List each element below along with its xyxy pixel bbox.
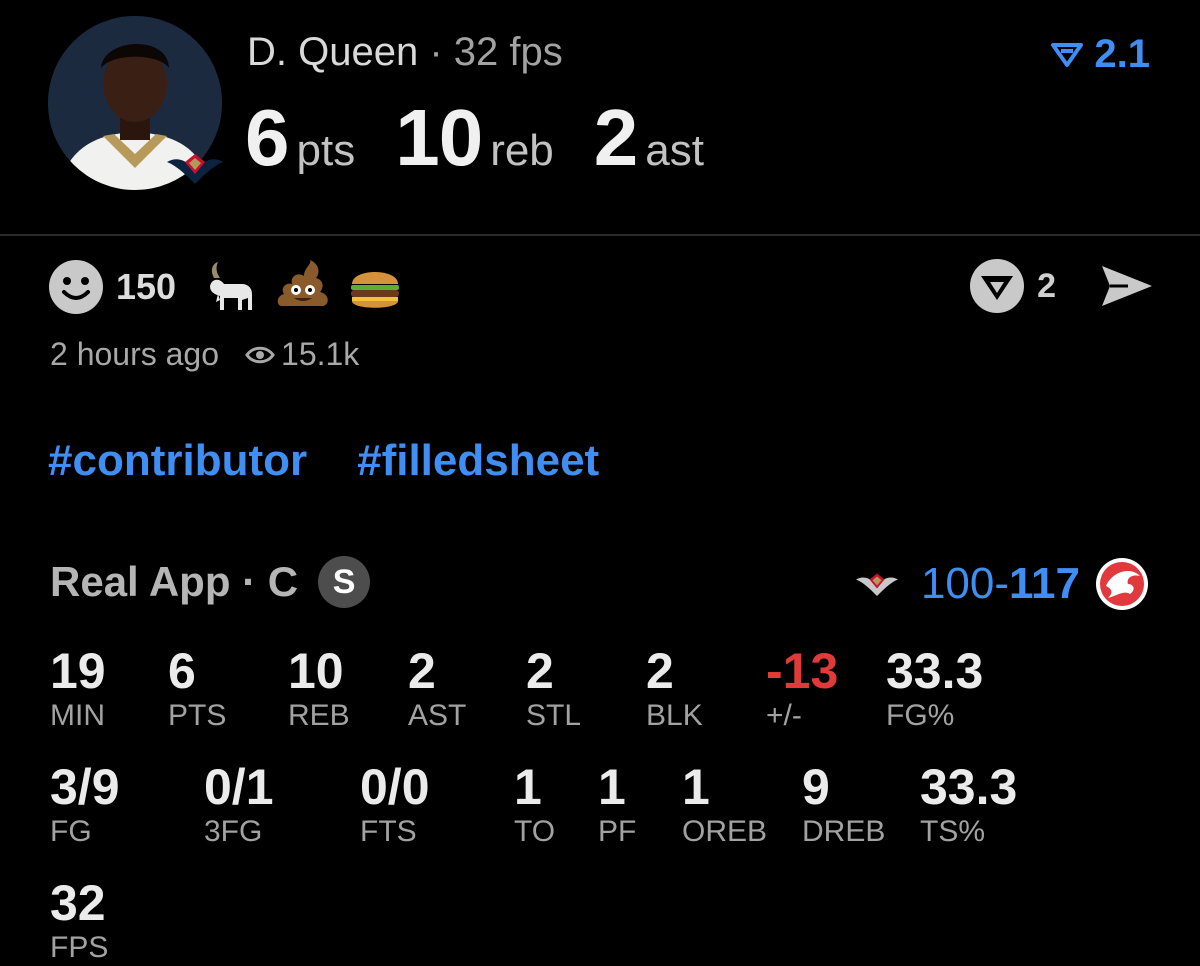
stat-plus-minus: -13 +/- (766, 644, 838, 734)
stat-value: 1 (682, 759, 710, 815)
stat-label: 3FG (204, 815, 263, 848)
rating-count: 2 (1037, 266, 1056, 305)
stat-label: DREB (802, 815, 886, 848)
assists-value: 2 (593, 93, 638, 182)
stat-value: -13 (766, 643, 839, 699)
points-value: 6 (245, 93, 289, 182)
stat-label: FTS (360, 815, 417, 848)
view-count: 15.1k (245, 336, 359, 373)
stat-label: STL (526, 699, 582, 732)
post-actions: 2 (969, 258, 1154, 314)
hawks-logo-icon (1096, 558, 1148, 610)
points-label: pts (296, 126, 356, 175)
stat-value: 9 (802, 759, 830, 815)
stat-label: OREB (682, 815, 768, 848)
rating-circle-icon[interactable] (969, 258, 1025, 314)
score-home: 100 (920, 559, 995, 608)
fps-text: 32 fps (453, 30, 563, 74)
app-label: Real App · C (50, 558, 299, 605)
stat-stl: 2 STL (526, 644, 581, 734)
stat-ast: 2 AST (408, 644, 466, 734)
score-away: 117 (1009, 559, 1080, 608)
eye-icon (245, 346, 275, 363)
stat-fps: 32 FPS (50, 876, 108, 966)
stat-value: 0/1 (204, 759, 274, 815)
stat-label: MIN (50, 699, 105, 732)
stat-value: 6 (168, 643, 196, 699)
smiley-icon[interactable] (48, 259, 104, 315)
reaction-count[interactable]: 150 (116, 266, 176, 308)
stat-to: 1 TO (514, 760, 555, 850)
stat-value: 33.3 (920, 759, 1018, 815)
stat-value: 19 (50, 643, 106, 699)
stat-value: 1 (598, 759, 626, 815)
rating-icon (1051, 42, 1084, 67)
player-title[interactable]: D. Queen · 32 fps (247, 30, 563, 75)
pelicans-logo-icon (855, 573, 898, 596)
assists-label: ast (645, 126, 704, 175)
rating-badge[interactable]: 2.1 (1050, 32, 1150, 77)
stat-value: 10 (288, 643, 344, 699)
stat-value: 33.3 (886, 643, 984, 699)
stat-reb: 10 REB (288, 644, 350, 734)
header-divider (0, 234, 1200, 236)
stat-label: PF (598, 815, 637, 848)
view-count-value: 15.1k (281, 336, 360, 372)
hashtags: #contributor #filledsheet (48, 436, 649, 486)
stat-label: AST (408, 699, 467, 732)
game-score[interactable]: 100 - 117 (849, 556, 1150, 612)
hashtag-contributor[interactable]: #contributor (48, 436, 307, 486)
stat-pf: 1 PF (598, 760, 636, 850)
stat-3fg: 0/1 3FG (204, 760, 274, 850)
stat-label: FPS (50, 931, 109, 964)
stat-value: 2 (408, 643, 436, 699)
stat-fg-pct: 33.3 FG% (886, 644, 983, 734)
stat-dreb: 9 DREB (802, 760, 885, 850)
stat-blk: 2 BLK (646, 644, 703, 734)
stat-label: +/- (766, 699, 802, 732)
stat-value: 3/9 (50, 759, 120, 815)
stat-fg: 3/9 FG (50, 760, 120, 850)
stat-min: 19 MIN (50, 644, 106, 734)
stat-label: TO (514, 815, 556, 848)
s-badge[interactable]: S (318, 556, 371, 608)
stat-fts: 0/0 FTS (360, 760, 430, 850)
stat-label: TS% (920, 815, 986, 848)
poop-icon[interactable] (274, 258, 332, 316)
stat-label: FG (50, 815, 92, 848)
post-meta: 2 hours ago 15.1k (50, 336, 359, 373)
burger-icon[interactable] (346, 258, 404, 316)
stat-value: 0/0 (360, 759, 430, 815)
stat-value: 1 (514, 759, 542, 815)
headline-stats: 6 pts 10 reb 2 ast (245, 92, 744, 184)
stat-oreb: 1 OREB (682, 760, 767, 850)
score-dash: - (994, 559, 1010, 608)
hashtag-filledsheet[interactable]: #filledsheet (357, 436, 599, 486)
rebounds-value: 10 (395, 93, 483, 182)
share-icon[interactable] (1100, 263, 1154, 309)
team-logo-icon (167, 154, 223, 184)
rebounds-label: reb (490, 126, 554, 175)
stat-label: REB (288, 699, 350, 732)
game-label: Real App · C S (50, 556, 371, 608)
stat-label: BLK (646, 699, 703, 732)
post-time: 2 hours ago (50, 336, 220, 372)
stat-ts-pct: 33.3 TS% (920, 760, 1017, 850)
stat-pts: 6 PTS (168, 644, 226, 734)
stat-value: 2 (646, 643, 674, 699)
rating-value: 2.1 (1094, 32, 1150, 76)
stat-label: FG% (886, 699, 955, 732)
player-name[interactable]: D. Queen (247, 30, 418, 74)
stat-value: 32 (50, 875, 106, 931)
separator: · (429, 30, 443, 74)
stat-value: 2 (526, 643, 554, 699)
reactions-row: 150 (48, 258, 418, 316)
goat-icon[interactable] (202, 258, 260, 316)
stat-label: PTS (168, 699, 227, 732)
